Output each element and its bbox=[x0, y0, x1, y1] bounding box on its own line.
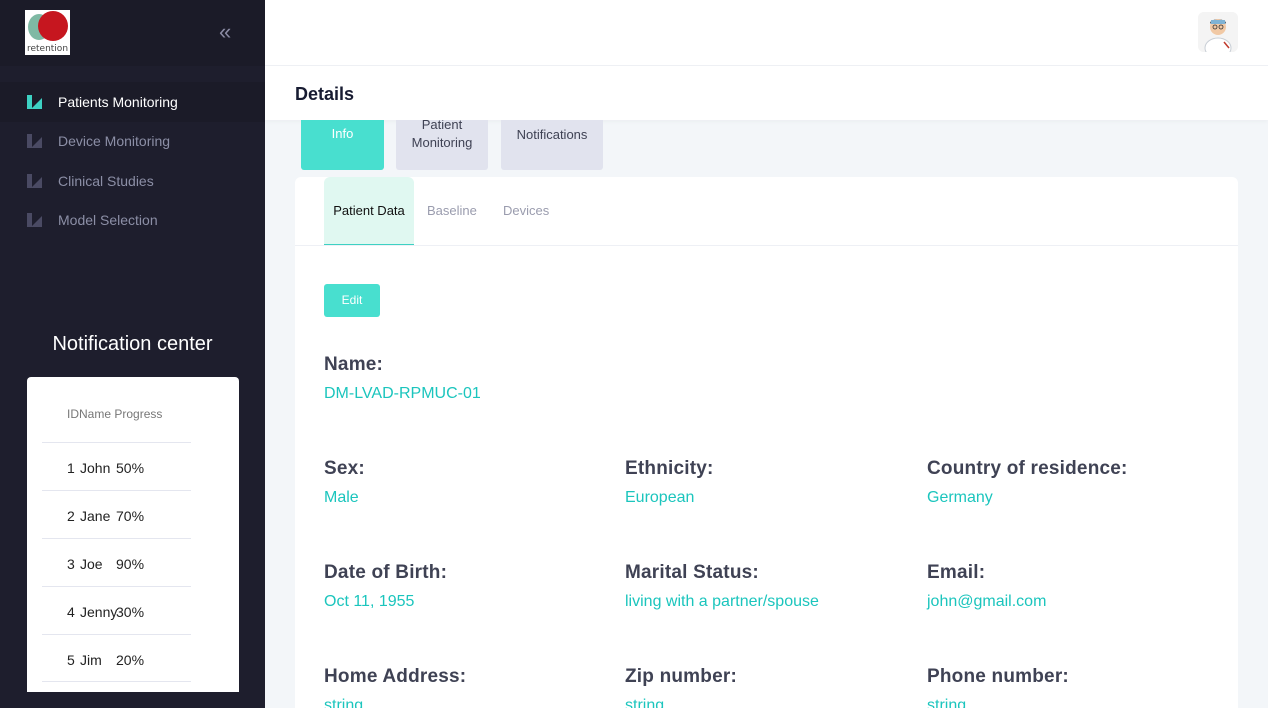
column-header-name: Name bbox=[79, 407, 112, 421]
field-sex: Sex: Male bbox=[324, 458, 365, 507]
tab-label: Basic Patient Info bbox=[305, 120, 381, 141]
tab-patient-monitoring[interactable]: Patient Monitoring bbox=[396, 120, 488, 170]
sidebar-nav: Patients Monitoring Device Monitoring Cl… bbox=[0, 82, 265, 240]
table-row[interactable]: 3 Joe 90% bbox=[42, 538, 191, 586]
field-label: Marital Status: bbox=[625, 562, 759, 583]
row-progress: 30% bbox=[116, 604, 145, 620]
field-value: string bbox=[927, 697, 967, 708]
field-value: DM-LVAD-RPMUC-01 bbox=[324, 385, 481, 402]
sidebar-item-label: Patients Monitoring bbox=[58, 93, 178, 110]
field-value: living with a partner/spouse bbox=[625, 593, 819, 610]
field-ethnicity: Ethnicity: European bbox=[625, 458, 714, 507]
sidebar-item-patients-monitoring[interactable]: Patients Monitoring bbox=[0, 82, 265, 122]
row-id: 2 bbox=[67, 508, 75, 524]
table-header: IDName Progress bbox=[67, 407, 162, 421]
field-label: Country of residence: bbox=[927, 458, 1128, 479]
patients-monitoring-icon bbox=[27, 94, 43, 109]
field-home-address: Home Address: string bbox=[324, 666, 466, 708]
app-logo[interactable]: retention bbox=[25, 10, 70, 55]
notification-center-title: Notification center bbox=[52, 333, 213, 355]
row-progress: 20% bbox=[116, 652, 145, 668]
row-id: 5 bbox=[67, 652, 75, 668]
field-value: Male bbox=[324, 489, 359, 506]
page-subheader: Details bbox=[265, 66, 1268, 120]
field-label: Sex: bbox=[324, 458, 365, 479]
field-value: string bbox=[324, 697, 364, 708]
sidebar-item-model-selection[interactable]: Model Selection bbox=[0, 201, 265, 241]
field-value: Germany bbox=[927, 489, 993, 506]
doctor-avatar-icon bbox=[1198, 12, 1238, 52]
sidebar: retention « Patients Monitoring Device M… bbox=[0, 0, 265, 708]
field-country: Country of residence: Germany bbox=[927, 458, 1128, 507]
field-date-of-birth: Date of Birth: Oct 11, 1955 bbox=[324, 562, 447, 611]
patient-details-card: Patient Data Baseline Devices Edit Name:… bbox=[295, 177, 1238, 708]
field-value: Oct 11, 1955 bbox=[324, 593, 415, 610]
notification-center-table: IDName Progress 1 John 50% 2 Jane 70% 3 … bbox=[27, 377, 239, 692]
row-id: 1 bbox=[67, 460, 75, 476]
field-value: string bbox=[625, 697, 665, 708]
tab-label: Patient Monitoring bbox=[411, 120, 473, 150]
table-row[interactable]: 4 Jenny 30% bbox=[42, 586, 191, 634]
field-value: European bbox=[625, 489, 695, 506]
tab-basic-patient-info[interactable]: Basic Patient Info bbox=[301, 120, 384, 170]
column-header-progress: Progress bbox=[114, 407, 163, 421]
field-phone-number: Phone number: string bbox=[927, 666, 1069, 708]
sidebar-item-label: Device Monitoring bbox=[58, 133, 171, 150]
clinical-studies-icon bbox=[27, 173, 43, 188]
tab-label: Notifications bbox=[516, 127, 588, 142]
tab-baseline[interactable]: Baseline bbox=[427, 177, 477, 245]
model-selection-icon bbox=[27, 213, 43, 228]
row-name: Jenny bbox=[80, 604, 118, 620]
field-email: Email: john@gmail.com bbox=[927, 562, 1046, 611]
table-row[interactable]: 5 Jim 20% bbox=[42, 634, 191, 682]
table-row[interactable]: 1 John 50% bbox=[42, 442, 191, 490]
edit-button[interactable]: Edit bbox=[324, 284, 380, 317]
row-progress: 50% bbox=[116, 460, 145, 476]
column-header-id: ID bbox=[67, 407, 79, 421]
row-name: Jim bbox=[80, 652, 102, 668]
row-name: John bbox=[80, 460, 111, 476]
top-header bbox=[265, 0, 1268, 66]
device-monitoring-icon bbox=[27, 134, 43, 149]
field-value: john@gmail.com bbox=[927, 593, 1047, 610]
tab-notifications[interactable]: Notifications bbox=[501, 120, 603, 170]
row-name: Joe bbox=[80, 556, 103, 572]
field-label: Date of Birth: bbox=[324, 562, 448, 583]
inner-tab-bar: Patient Data Baseline Devices bbox=[295, 177, 1238, 246]
row-progress: 70% bbox=[116, 508, 145, 524]
row-progress: 90% bbox=[116, 556, 145, 572]
sidebar-item-device-monitoring[interactable]: Device Monitoring bbox=[0, 122, 265, 162]
row-name: Jane bbox=[80, 508, 111, 524]
tab-patient-data[interactable]: Patient Data bbox=[324, 177, 414, 245]
user-avatar[interactable] bbox=[1198, 12, 1238, 52]
logo-area: retention « bbox=[0, 0, 265, 66]
tab-devices[interactable]: Devices bbox=[503, 177, 549, 245]
table-row[interactable]: 2 Jane 70% bbox=[42, 490, 191, 538]
field-zip-number: Zip number: string bbox=[625, 666, 737, 708]
logo-text: retention bbox=[26, 44, 69, 54]
collapse-sidebar-icon[interactable]: « bbox=[219, 20, 231, 44]
field-label: Ethnicity: bbox=[625, 458, 714, 479]
field-label: Email: bbox=[927, 562, 986, 583]
field-label: Zip number: bbox=[625, 666, 737, 687]
field-name: Name: DM-LVAD-RPMUC-01 bbox=[324, 354, 481, 403]
page-title: Details bbox=[295, 84, 355, 104]
sidebar-item-label: Clinical Studies bbox=[58, 172, 154, 189]
field-label: Phone number: bbox=[927, 666, 1069, 687]
field-label: Name: bbox=[324, 354, 384, 375]
sidebar-item-clinical-studies[interactable]: Clinical Studies bbox=[0, 161, 265, 201]
row-id: 4 bbox=[67, 604, 75, 620]
row-id: 3 bbox=[67, 556, 75, 572]
sidebar-item-label: Model Selection bbox=[58, 212, 158, 229]
field-marital-status: Marital Status: living with a partner/sp… bbox=[625, 562, 819, 611]
field-label: Home Address: bbox=[324, 666, 467, 687]
